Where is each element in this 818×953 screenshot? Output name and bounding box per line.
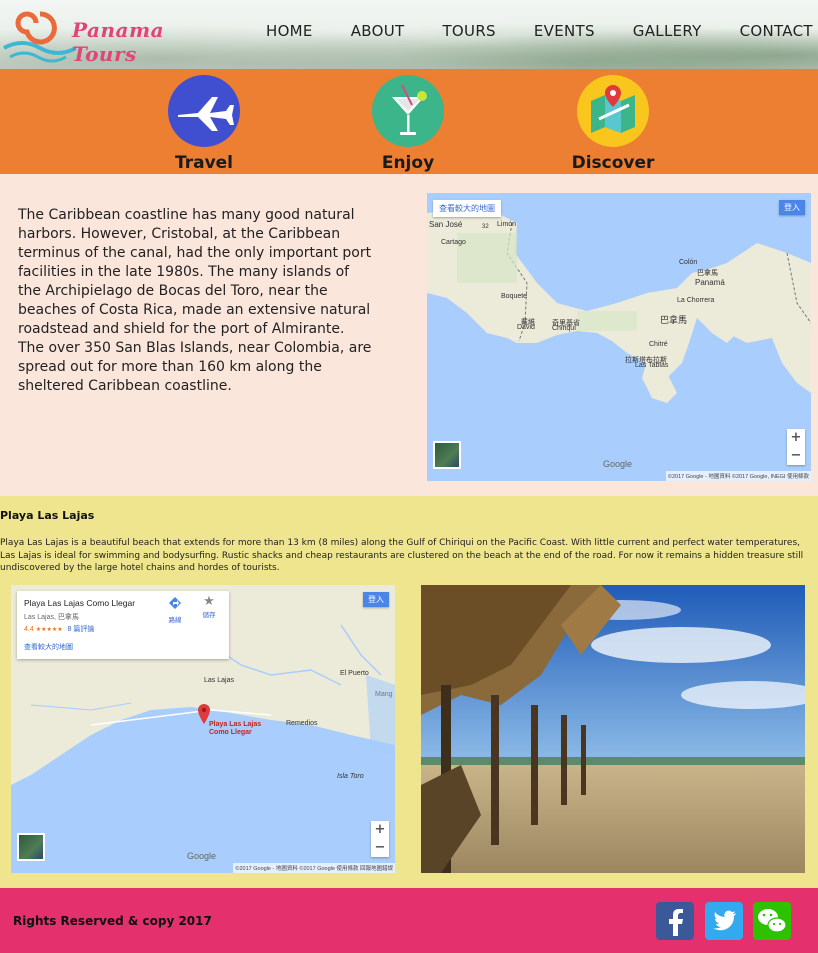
map-label: Chiriquí (552, 325, 577, 332)
zoom-controls: + − (787, 429, 805, 465)
feature-travel[interactable]: Travel (144, 75, 264, 173)
panama-map[interactable]: 查看較大的地圖 登入 San José Cartago Limón 32 Col… (427, 193, 811, 481)
map-label: Las Tablas (635, 362, 669, 369)
zoom-in-button[interactable]: + (787, 429, 805, 447)
feature-label: Travel (174, 153, 234, 173)
nav-tours[interactable]: TOURS (442, 22, 495, 40)
view-larger-map-link[interactable]: 查看較大的地圖 (433, 200, 501, 217)
map-attribution: ©2017 Google - 地圖資料 ©2017 Google, INEGI … (665, 471, 811, 481)
map-label: Chitré (649, 341, 668, 348)
facebook-icon[interactable] (656, 902, 694, 940)
save-label: 儲存 (202, 611, 216, 619)
map-pin-icon (577, 75, 649, 147)
main-nav: HOME ABOUT TOURS EVENTS GALLERY CONTACT (266, 22, 813, 40)
directions-button[interactable]: 路線 (163, 595, 187, 624)
map-label: Cartago (441, 239, 466, 246)
beach-photo-image (421, 585, 805, 873)
nav-gallery[interactable]: GALLERY (633, 22, 702, 40)
view-larger-map-link[interactable]: 查看較大的地圖 (24, 642, 73, 652)
feature-enjoy[interactable]: Enjoy (348, 75, 468, 173)
place-card: Playa Las Lajas Como Llegar Las Lajas, 巴… (17, 591, 229, 659)
map-label: Remedios (286, 720, 318, 727)
zoom-in-button[interactable]: + (371, 821, 389, 839)
place-address: Las Lajas, 巴拿馬 (24, 614, 79, 621)
panama-map-land (427, 208, 811, 403)
rating-stars-icon: ★★★★★ (35, 627, 63, 633)
feature-band: Travel Enjoy Discover (0, 69, 818, 174)
pin-label: Como Llegar (209, 729, 252, 736)
nav-contact[interactable]: CONTACT (740, 22, 813, 40)
star-icon: ★ (203, 594, 215, 609)
save-button[interactable]: ★ 儲存 (197, 594, 221, 620)
google-logo: Google (603, 459, 633, 469)
nav-home[interactable]: HOME (266, 22, 313, 40)
map-label: Boquete (501, 293, 528, 300)
nav-events[interactable]: EVENTS (534, 22, 595, 40)
place-name: Playa Las Lajas Como Llegar (24, 598, 136, 608)
directions-label: 路線 (168, 616, 182, 624)
map-label: Colón (679, 259, 698, 266)
beach-photo (421, 585, 805, 873)
nav-about[interactable]: ABOUT (351, 22, 405, 40)
sign-in-button[interactable]: 登入 (363, 592, 389, 607)
logo-swirl-icon (3, 11, 77, 63)
map-label: Limón (497, 221, 517, 228)
zoom-out-button[interactable]: − (371, 839, 389, 857)
satellite-toggle[interactable] (17, 833, 45, 861)
beach-title: Playa Las Lajas (0, 509, 95, 522)
map-label: 巴拿馬 (697, 270, 718, 277)
map-label: La Chorrera (677, 297, 715, 304)
pin-label: Playa Las Lajas (209, 721, 262, 728)
intro-paragraph: The Caribbean coastline has many good na… (18, 207, 372, 394)
map-label: David (517, 324, 535, 331)
beach-description: Playa Las Lajas is a beautiful beach tha… (0, 538, 804, 573)
copyright-text: Rights Reserved & copy 2017 (13, 914, 212, 928)
map-label: Isla Toro (337, 773, 364, 780)
cocktail-icon (372, 75, 444, 147)
satellite-toggle[interactable] (433, 441, 461, 469)
feature-discover[interactable]: Discover (553, 75, 673, 173)
place-rating: 4.4 (24, 626, 34, 633)
map-label: San José (429, 220, 463, 229)
directions-icon (169, 597, 181, 609)
map-label: 巴拿馬 (660, 315, 688, 325)
intro-section: The Caribbean coastline has many good na… (0, 174, 818, 496)
site-footer: Rights Reserved & copy 2017 (0, 888, 818, 953)
map-label: Mang (375, 691, 393, 698)
map-attribution: ©2017 Google - 地圖資料 ©2017 Google 使用條款 回報… (233, 863, 395, 873)
las-lajas-map[interactable]: Playa Las Lajas Como Llegar Las Lajas, 巴… (11, 585, 395, 873)
map-label: El Puerto (340, 670, 369, 677)
feature-label: Discover (571, 153, 655, 173)
google-logo: Google (187, 851, 217, 861)
sign-in-button[interactable]: 登入 (779, 200, 805, 215)
zoom-controls: + − (371, 821, 389, 857)
beach-section: Playa Las Lajas Playa Las Lajas is a bea… (0, 496, 818, 888)
airplane-icon (168, 75, 240, 147)
reviews-link[interactable]: 8 篇評論 (68, 626, 95, 633)
twitter-icon[interactable] (705, 902, 743, 940)
zoom-out-button[interactable]: − (787, 447, 805, 465)
wechat-icon[interactable] (753, 902, 791, 940)
map-label: 32 (482, 224, 489, 230)
map-label: Panamá (695, 278, 725, 287)
logo[interactable]: Panama Tours (0, 4, 230, 66)
feature-label: Enjoy (381, 153, 435, 173)
site-header: Panama Tours HOME ABOUT TOURS EVENTS GAL… (0, 0, 818, 69)
logo-text: Panama Tours (72, 18, 165, 66)
map-label: Las Lajas (204, 677, 234, 684)
